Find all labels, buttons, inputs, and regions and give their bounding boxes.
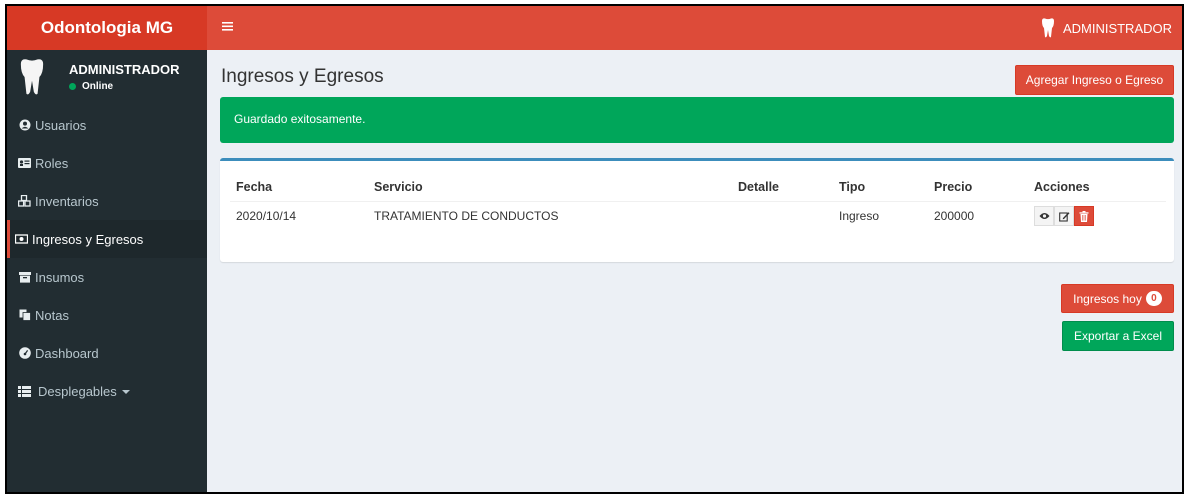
success-alert: Guardado exitosamente. (220, 97, 1174, 143)
edit-icon (1058, 211, 1069, 222)
ingresos-table: Fecha Servicio Detalle Tipo Precio Accio… (230, 173, 1166, 231)
tooth-avatar-icon (20, 59, 44, 95)
ingresos-hoy-badge: 0 (1145, 291, 1162, 306)
col-header-precio: Precio (928, 173, 1028, 202)
archive-icon (18, 271, 31, 283)
cell-precio: 200000 (934, 209, 975, 224)
col-header-acciones: Acciones (1028, 173, 1166, 202)
brand-title: Odontologia MG (40, 18, 174, 37)
id-card-icon (18, 157, 31, 169)
export-excel-button[interactable]: Exportar a Excel (1062, 321, 1174, 351)
table-row: 2020/10/14 TRATAMIENTO DE CONDUCTOS Ingr… (230, 201, 1166, 231)
dashboard-icon (18, 347, 31, 359)
user-name: ADMINISTRADOR (69, 62, 180, 77)
sidebar: ADMINISTRADOR Online Usuarios Roles Inve… (7, 50, 207, 492)
money-icon (15, 233, 28, 245)
copy-icon (18, 309, 31, 321)
add-ingreso-egreso-button[interactable]: Agregar Ingreso o Egreso (1015, 65, 1174, 95)
sidebar-item-inventarios[interactable]: Inventarios (7, 182, 207, 220)
page-title: Ingresos y Egresos (221, 66, 384, 87)
user-status: Online (69, 81, 113, 92)
sidebar-item-usuarios[interactable]: Usuarios (7, 106, 207, 144)
cell-acciones (1028, 201, 1166, 231)
trash-icon (1079, 210, 1089, 222)
col-header-fecha: Fecha (230, 173, 368, 202)
sidebar-item-roles[interactable]: Roles (7, 144, 207, 182)
tooth-icon (1041, 18, 1054, 38)
user-circle-icon (18, 119, 31, 131)
col-header-servicio: Servicio (368, 173, 732, 202)
table-box: Fecha Servicio Detalle Tipo Precio Accio… (220, 158, 1174, 262)
brand-logo[interactable]: Odontologia MG (7, 6, 207, 50)
eye-icon (1039, 213, 1049, 220)
col-header-tipo: Tipo (833, 173, 928, 202)
hamburger-icon[interactable] (222, 19, 233, 35)
sidebar-item-dashboard[interactable]: Dashboard (7, 334, 207, 372)
col-header-detalle: Detalle (732, 173, 833, 202)
delete-button[interactable] (1074, 206, 1094, 227)
ingresos-hoy-label: Ingresos hoy (1073, 291, 1142, 306)
cell-tipo: Ingreso (839, 209, 880, 224)
view-button[interactable] (1034, 206, 1054, 227)
sidebar-item-insumos[interactable]: Insumos (7, 258, 207, 296)
edit-button[interactable] (1054, 206, 1074, 227)
cell-detalle (732, 201, 833, 231)
top-user-menu[interactable]: ADMINISTRADOR (1041, 18, 1172, 38)
cell-servicio: TRATAMIENTO DE CONDUCTOS (374, 209, 559, 224)
sidebar-item-notas[interactable]: Notas (7, 296, 207, 334)
cell-fecha: 2020/10/14 (236, 209, 297, 224)
cubes-icon (18, 195, 31, 207)
user-panel: ADMINISTRADOR Online (7, 50, 207, 106)
sidebar-item-ingresos-egresos[interactable]: Ingresos y Egresos (7, 220, 207, 258)
sidebar-item-desplegables[interactable]: Desplegables (7, 372, 207, 410)
ingresos-hoy-button[interactable]: Ingresos hoy 0 (1061, 284, 1174, 313)
table-header-row: Fecha Servicio Detalle Tipo Precio Accio… (230, 173, 1166, 202)
main-content: Ingresos y Egresos Agregar Ingreso o Egr… (207, 50, 1182, 492)
app-window: Odontologia MG ADMINISTRADOR ADMINISTRAD… (5, 4, 1184, 494)
online-dot-icon (69, 83, 76, 90)
top-user-label: ADMINISTRADOR (1062, 20, 1172, 36)
top-navbar: ADMINISTRADOR (207, 6, 1182, 50)
caret-down-icon (121, 390, 130, 394)
row-actions (1034, 206, 1166, 227)
list-icon (18, 385, 31, 397)
